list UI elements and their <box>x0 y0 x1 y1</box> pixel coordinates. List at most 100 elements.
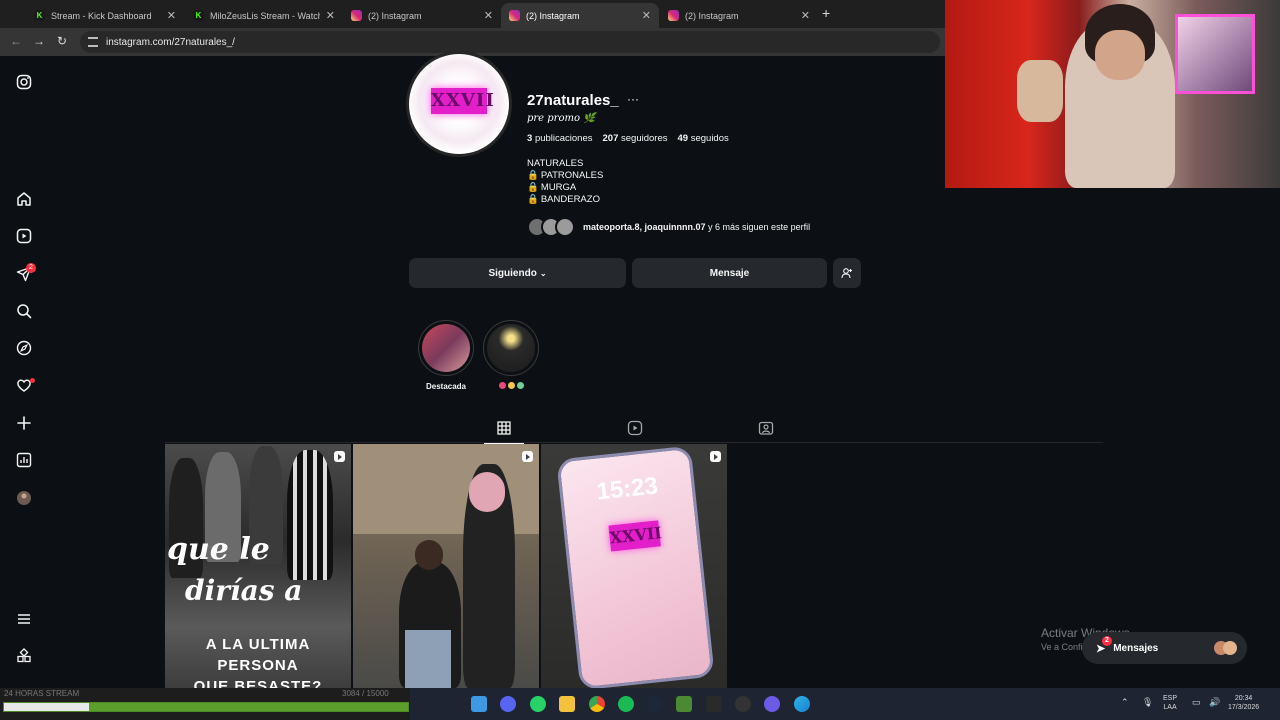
lock-icon: 🔒 <box>527 194 539 205</box>
new-tab-icon[interactable]: + <box>822 5 830 21</box>
whatsapp-icon[interactable] <box>530 696 546 712</box>
site-info-icon[interactable] <box>88 37 98 47</box>
steam-icon[interactable] <box>647 696 663 712</box>
post-caption-line: PERSONA <box>217 657 299 674</box>
notification-dot <box>30 378 35 383</box>
kick-icon: K <box>34 10 45 21</box>
close-icon[interactable]: ✕ <box>642 9 651 22</box>
threads-apps-icon[interactable] <box>16 648 32 664</box>
bio-line: 🔒 PATRONALES <box>527 170 604 181</box>
reel-icon <box>522 451 533 462</box>
notification-badge: 2 <box>26 263 36 273</box>
avatar <box>555 217 575 237</box>
followed-by-row[interactable]: mateoporta.8, joaquinnnn.07 y 6 más sigu… <box>527 217 810 237</box>
tab-posts[interactable] <box>484 420 524 444</box>
post-phone-time: 15:23 <box>595 472 660 506</box>
messages-badge: 2 <box>1102 635 1112 646</box>
followed-by-text: mateoporta.8, joaquinnnn.07 y 6 más sigu… <box>583 222 811 232</box>
obs-icon[interactable] <box>735 696 751 712</box>
reload-icon[interactable]: ↻ <box>57 34 67 48</box>
tab-title: (2) Instagram <box>526 10 580 21</box>
highlight-cover <box>483 320 539 376</box>
search-icon[interactable] <box>16 303 32 319</box>
tray-chevron-icon[interactable]: ⌃ <box>1121 698 1129 707</box>
highlight-label-emoji <box>483 382 539 389</box>
following-count[interactable]: 49 seguidos <box>678 133 729 144</box>
forward-icon[interactable]: → <box>33 34 45 48</box>
chevron-down-icon: ⌄ <box>539 268 547 278</box>
volume-icon[interactable]: 🔊 <box>1209 698 1220 707</box>
tab-tagged[interactable] <box>758 420 774 436</box>
browser-tab[interactable]: (2) Instagram ✕ <box>660 3 818 28</box>
followers-count[interactable]: 207 seguidores <box>603 133 668 144</box>
home-icon[interactable] <box>16 191 32 207</box>
bio-line: 🔒 MURGA <box>527 182 577 193</box>
dashboard-icon[interactable] <box>16 452 32 468</box>
start-icon[interactable] <box>471 696 487 712</box>
add-user-icon <box>841 268 852 279</box>
instagram-logo-icon[interactable] <box>16 74 32 90</box>
message-button[interactable]: Mensaje <box>632 258 827 288</box>
messages-pill[interactable]: ➤ 2 Mensajes <box>1082 632 1247 664</box>
instagram-icon <box>351 10 362 21</box>
streamer-face <box>1095 30 1145 80</box>
tab-title: Stream - Kick Dashboard <box>51 10 152 21</box>
post-thumbnail[interactable]: 15:23 XXVII <box>541 444 727 688</box>
story-highlight[interactable]: Destacada <box>418 320 474 391</box>
file-explorer-icon[interactable] <box>559 696 575 712</box>
lock-icon: 🔒 <box>527 182 539 193</box>
clock[interactable]: 20:34 17/3/2026 <box>1228 694 1259 712</box>
browser-tab[interactable]: (2) Instagram ✕ <box>343 3 501 28</box>
language-indicator[interactable]: ESP LAA <box>1163 694 1177 712</box>
webcam-overlay <box>945 0 1280 188</box>
more-options-icon[interactable]: ··· <box>627 92 639 106</box>
reels-icon <box>627 420 643 436</box>
post-thumbnail[interactable]: que le dirías a A LA ULTIMA PERSONA QUE … <box>165 444 351 688</box>
profile-avatar[interactable]: XXVII <box>406 51 512 157</box>
network-icon[interactable]: ▭ <box>1192 698 1201 707</box>
profile-display-name: pre promo 🌿 <box>527 113 596 124</box>
spotify-icon[interactable] <box>618 696 634 712</box>
suggest-people-button[interactable] <box>833 258 861 288</box>
profile-avatar-icon[interactable] <box>16 490 32 506</box>
browser-tab[interactable]: K MiloZeusLis Stream - Watch Li ✕ <box>185 3 343 28</box>
edge-icon[interactable] <box>794 696 810 712</box>
microphone-icon[interactable]: 🎙 <box>1142 698 1153 707</box>
minecraft-icon[interactable] <box>676 696 692 712</box>
post-figure <box>287 450 333 580</box>
post-thumbnail[interactable] <box>353 444 539 688</box>
close-icon[interactable]: ✕ <box>801 9 810 22</box>
post-phone: 15:23 XXVII <box>556 445 715 688</box>
tab-title: (2) Instagram <box>368 10 422 21</box>
explore-icon[interactable] <box>16 340 32 356</box>
url-text: instagram.com/27naturales_/ <box>106 36 235 48</box>
chrome-icon[interactable] <box>589 696 605 712</box>
avatar <box>1214 641 1237 655</box>
profile-tabs <box>165 417 1103 444</box>
posts-count[interactable]: 3 publicaciones <box>527 133 593 144</box>
menu-icon[interactable] <box>16 611 32 627</box>
post-face <box>469 472 505 512</box>
close-icon[interactable]: ✕ <box>167 9 176 22</box>
story-highlight[interactable] <box>483 320 539 389</box>
browser-tab[interactable]: K Stream - Kick Dashboard ✕ <box>26 3 184 28</box>
post-jeans <box>405 630 451 688</box>
discord-icon[interactable] <box>500 696 516 712</box>
following-button[interactable]: Siguiendo ⌄ <box>409 258 626 288</box>
reels-icon[interactable] <box>16 228 32 244</box>
address-bar[interactable]: instagram.com/27naturales_/ <box>80 31 940 53</box>
app-icon[interactable] <box>764 696 780 712</box>
epic-games-icon[interactable] <box>706 696 722 712</box>
create-icon[interactable] <box>16 415 32 431</box>
stream-goal-fill <box>4 703 89 711</box>
highlight-label: Destacada <box>425 382 467 391</box>
post-caption-line: que le <box>167 532 270 567</box>
browser-tab-active[interactable]: (2) Instagram ✕ <box>501 3 659 28</box>
back-icon[interactable]: ← <box>10 34 22 48</box>
tab-reels[interactable] <box>627 420 643 436</box>
close-icon[interactable]: ✕ <box>484 9 493 22</box>
tab-title: (2) Instagram <box>685 10 739 21</box>
close-icon[interactable]: ✕ <box>326 9 335 22</box>
following-button-label: Siguiendo <box>488 267 537 279</box>
highlight-cover <box>418 320 474 376</box>
